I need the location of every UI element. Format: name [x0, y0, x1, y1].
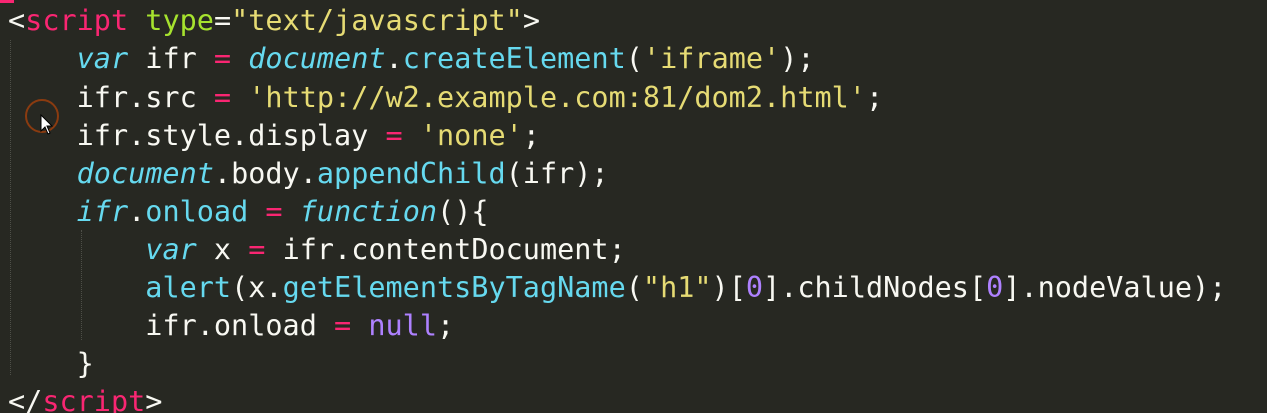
code-line[interactable]: alert(x.getElementsByTagName("h1")[0].ch…: [8, 269, 1226, 307]
code-token: script: [25, 4, 129, 37]
code-token: ifr: [128, 42, 214, 75]
code-token: alert: [145, 271, 232, 304]
code-token: ifr.onload: [8, 309, 335, 342]
code-token: =: [265, 195, 283, 228]
code-token: );: [780, 42, 815, 75]
code-token: (){: [437, 195, 489, 228]
code-token: "h1": [642, 271, 712, 304]
code-token: ifr.contentDocument;: [265, 233, 626, 266]
code-token: ifr.style.display: [8, 119, 386, 152]
code-token: (ifr);: [505, 157, 609, 190]
code-token: .body.: [213, 157, 317, 190]
code-line[interactable]: </script>: [8, 383, 162, 413]
code-token: .: [128, 195, 146, 228]
code-token: >: [522, 4, 540, 37]
code-token: =: [213, 81, 232, 114]
code-token: 0: [745, 271, 764, 304]
code-token: createElement: [402, 42, 626, 75]
code-token: 'none': [419, 119, 523, 152]
code-line[interactable]: ifr.style.display = 'none';: [8, 117, 540, 155]
code-token: ].nodeValue);: [1003, 271, 1227, 304]
code-token: appendChild: [316, 157, 506, 190]
code-token: document: [248, 42, 386, 75]
code-token: getElementsByTagName: [282, 271, 626, 304]
code-token: var: [145, 233, 197, 266]
code-token: >: [145, 385, 163, 413]
code-line[interactable]: ifr.onload = function(){: [8, 193, 489, 231]
code-token: type: [145, 4, 214, 37]
code-line[interactable]: document.body.appendChild(ifr);: [8, 155, 609, 193]
mouse-pointer-icon: [40, 114, 54, 135]
code-token: =: [248, 233, 266, 266]
code-token: }: [8, 347, 94, 380]
code-token: "text/javascript": [231, 4, 523, 37]
code-token: (: [625, 271, 643, 304]
code-token: (: [625, 42, 643, 75]
code-token: ;: [437, 309, 455, 342]
code-token: x: [196, 233, 249, 266]
code-line[interactable]: var ifr = document.createElement('iframe…: [8, 40, 815, 78]
code-line[interactable]: ifr.onload = null;: [8, 307, 454, 345]
code-token: onload: [145, 195, 249, 228]
code-token: =: [213, 4, 232, 37]
code-token: ;: [522, 119, 540, 152]
code-token: <: [8, 4, 26, 37]
code-token: var: [76, 42, 129, 75]
code-token: )[: [711, 271, 746, 304]
code-editor[interactable]: <script type="text/javascript"> var ifr …: [0, 0, 1267, 413]
code-token: function: [299, 195, 438, 228]
code-token: =: [334, 309, 352, 342]
code-line[interactable]: var x = ifr.contentDocument;: [8, 231, 626, 269]
code-token: 0: [986, 271, 1004, 304]
code-line[interactable]: }: [8, 345, 94, 383]
code-token: =: [385, 119, 403, 152]
code-token: =: [213, 42, 232, 75]
code-token: ].childNodes[: [763, 271, 987, 304]
code-line[interactable]: ifr.src = 'http://w2.example.com:81/dom2…: [8, 79, 884, 117]
code-token: script: [42, 385, 146, 413]
code-line[interactable]: <script type="text/javascript">: [8, 2, 540, 40]
code-token: ;: [865, 81, 884, 114]
code-token: 'iframe': [642, 42, 781, 75]
code-token: 'http://w2.example.com:81/dom2.html': [248, 81, 866, 114]
code-token: null: [368, 309, 437, 342]
code-token: ifr: [76, 195, 129, 228]
code-token: (x.: [231, 271, 283, 304]
code-token: </: [8, 385, 43, 413]
code-token: .: [385, 42, 403, 75]
code-token: document: [76, 157, 214, 190]
